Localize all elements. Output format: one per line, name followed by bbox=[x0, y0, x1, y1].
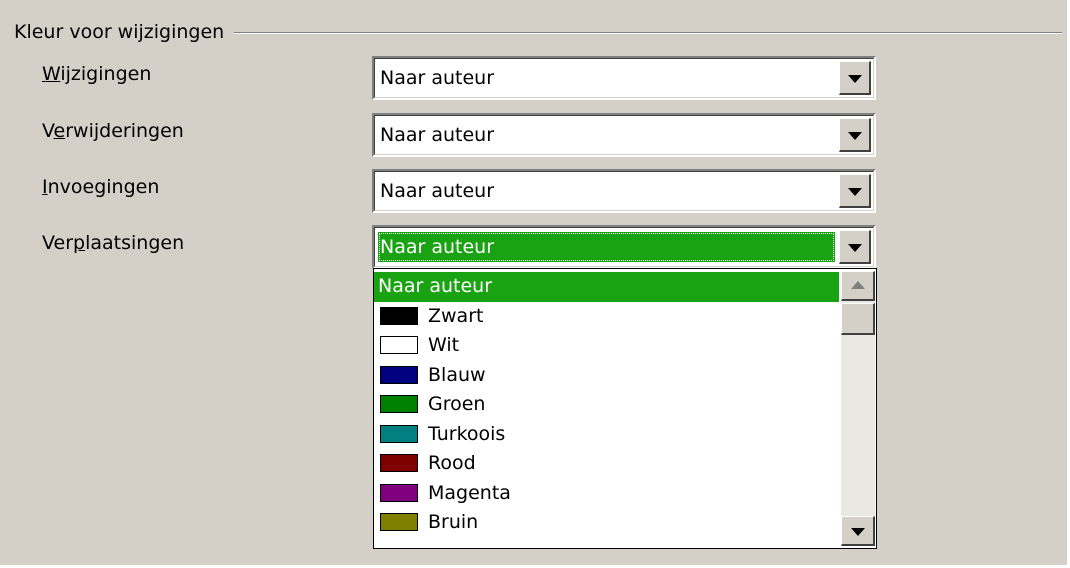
group-title: Kleur voor wijzigingen bbox=[14, 20, 235, 44]
color-swatch bbox=[380, 483, 418, 502]
combo-verplaatsingen[interactable]: Naar auteur bbox=[372, 225, 876, 269]
chevron-down-icon bbox=[847, 187, 862, 196]
label-verwijderingen: Verwijderingen bbox=[42, 120, 184, 142]
color-swatch bbox=[380, 336, 418, 354]
combo-value: Naar auteur bbox=[378, 232, 835, 262]
combo-value: Naar auteur bbox=[380, 124, 495, 146]
color-swatch bbox=[380, 454, 418, 472]
color-swatch bbox=[380, 306, 418, 325]
scroll-thumb[interactable] bbox=[841, 303, 875, 335]
dropdown-button[interactable] bbox=[839, 174, 871, 208]
label-verplaatsingen: Verplaatsingen bbox=[42, 232, 185, 254]
combo-value: Naar auteur bbox=[380, 180, 495, 202]
chevron-down-icon bbox=[847, 131, 862, 140]
list-item[interactable]: Bruin bbox=[374, 508, 839, 538]
scroll-down-button[interactable] bbox=[841, 516, 875, 546]
combo-verwijderingen[interactable]: Naar auteur bbox=[372, 113, 876, 157]
combo-wijzigingen[interactable]: Naar auteur bbox=[372, 56, 876, 100]
dropdown-button[interactable] bbox=[839, 230, 871, 264]
color-swatch bbox=[380, 513, 418, 531]
color-swatch bbox=[380, 424, 418, 443]
dropdown-button[interactable] bbox=[839, 118, 871, 152]
color-dropdown-list[interactable]: Naar auteur Zwart Wit Blauw Groen Turkoo… bbox=[373, 268, 877, 549]
list-item[interactable]: Blauw bbox=[374, 361, 839, 391]
label-invoegingen: Invoegingen bbox=[42, 176, 160, 198]
color-swatch bbox=[380, 395, 418, 413]
list-item[interactable]: Zwart bbox=[374, 302, 839, 332]
color-swatch bbox=[380, 365, 418, 384]
chevron-down-icon bbox=[850, 527, 865, 536]
chevron-down-icon bbox=[847, 243, 862, 252]
list-item[interactable]: Wit bbox=[374, 331, 839, 361]
chevron-up-icon bbox=[850, 280, 865, 289]
combo-value: Naar auteur bbox=[380, 67, 495, 89]
dropdown-button[interactable] bbox=[839, 61, 871, 95]
list-item[interactable]: Groen bbox=[374, 390, 839, 420]
vertical-scrollbar[interactable] bbox=[841, 271, 875, 546]
list-item-selected[interactable]: Naar auteur bbox=[374, 272, 839, 302]
list-item[interactable]: Magenta bbox=[374, 479, 839, 509]
label-wijzigingen: Wijzigingen bbox=[42, 63, 152, 85]
combo-invoegingen[interactable]: Naar auteur bbox=[372, 169, 876, 213]
list-item[interactable]: Turkoois bbox=[374, 420, 839, 450]
list-item[interactable]: Rood bbox=[374, 449, 839, 479]
chevron-down-icon bbox=[847, 74, 862, 83]
scroll-up-button[interactable] bbox=[841, 271, 875, 301]
